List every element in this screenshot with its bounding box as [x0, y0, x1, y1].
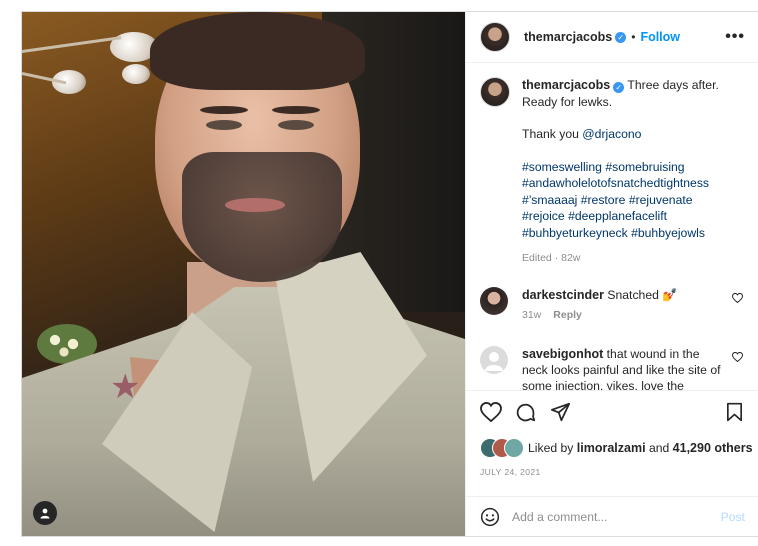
- instagram-post: ★ themarcjacobs ✓ • Follow ••• themarcja…: [21, 11, 758, 537]
- hashtag-line[interactable]: #andawholelotofsnatchedtightness: [522, 175, 745, 192]
- photo-eyebrow: [272, 106, 320, 114]
- separator-dot: •: [631, 30, 636, 44]
- emoji-icon[interactable]: [480, 507, 500, 527]
- comment-item: darkestcinder Snatched 💅 31w Reply: [480, 287, 745, 321]
- post-header: themarcjacobs ✓ • Follow •••: [466, 12, 758, 63]
- add-comment-input[interactable]: Add a comment...: [512, 510, 721, 524]
- post-comment-button[interactable]: Post: [721, 510, 745, 524]
- caption-thanks: Thank you: [522, 127, 583, 141]
- mention-link[interactable]: @drjacono: [582, 127, 641, 141]
- photo-mouth: [225, 198, 285, 212]
- likes-count[interactable]: 41,290 others: [673, 441, 753, 455]
- likes-summary: Liked by limoralzami and 41,290 others: [480, 438, 753, 458]
- post-actions: Liked by limoralzami and 41,290 others J…: [466, 390, 758, 477]
- liker-avatars: [480, 438, 524, 458]
- likes-connector: and: [645, 441, 673, 455]
- reply-button[interactable]: Reply: [553, 309, 582, 321]
- photo-eyebrow: [200, 106, 248, 114]
- verified-badge-icon: ✓: [615, 31, 627, 43]
- comment-icon[interactable]: [515, 402, 536, 423]
- avatar[interactable]: [480, 77, 510, 107]
- hashtag-line[interactable]: #’smaaaaj #restore #rejuvenate: [522, 192, 745, 209]
- verified-badge-icon: ✓: [613, 82, 625, 93]
- comments-section[interactable]: themarcjacobs ✓ Three days after. Ready f…: [466, 63, 758, 390]
- avatar: [504, 438, 524, 458]
- avatar[interactable]: [480, 22, 510, 52]
- comment-username[interactable]: savebigonhot: [522, 347, 603, 361]
- bookmark-icon[interactable]: [726, 402, 743, 422]
- heart-icon[interactable]: [480, 402, 502, 422]
- caption-line-2: Ready for lewks.: [522, 94, 613, 109]
- heart-icon[interactable]: [732, 352, 743, 362]
- caption-line-1: Three days after.: [627, 78, 719, 92]
- comment-item: savebigonhot that wound in the neck look…: [480, 346, 745, 390]
- photo-eye: [278, 120, 314, 130]
- liker-username[interactable]: limoralzami: [577, 441, 646, 455]
- comment-text: Snatched 💅: [607, 288, 678, 302]
- heart-icon[interactable]: [732, 293, 743, 303]
- share-icon[interactable]: [550, 402, 571, 422]
- photo-eye: [206, 120, 242, 130]
- action-icons-row: [466, 391, 758, 431]
- avatar[interactable]: [480, 346, 508, 374]
- user-tag-icon[interactable]: [33, 501, 57, 525]
- hashtag-line[interactable]: #rejoice #deepplanefacelift: [522, 208, 745, 225]
- default-avatar-icon: [485, 352, 503, 371]
- photo-lamp: [122, 64, 150, 84]
- comment-age: 31w: [522, 309, 542, 321]
- likes-prefix: Liked by: [528, 441, 577, 455]
- caption-username[interactable]: themarcjacobs: [522, 78, 610, 92]
- post-photo[interactable]: ★: [22, 12, 465, 536]
- photo-beard: [182, 152, 342, 282]
- comment-username[interactable]: darkestcinder: [522, 288, 604, 302]
- add-comment-bar: Add a comment... Post: [466, 496, 758, 537]
- hashtag-list: #someswelling #somebruising #andawholelo…: [522, 159, 745, 242]
- avatar[interactable]: [480, 287, 508, 315]
- hashtag-line[interactable]: #someswelling #somebruising: [522, 159, 745, 176]
- author-username[interactable]: themarcjacobs: [524, 30, 612, 44]
- more-icon[interactable]: •••: [725, 28, 745, 46]
- post-side-panel: themarcjacobs ✓ • Follow ••• themarcjaco…: [465, 12, 758, 536]
- hashtag-line[interactable]: #buhbyeturkeyneck #buhbyejowls: [522, 225, 745, 242]
- photo-hair: [150, 12, 365, 90]
- post-author: themarcjacobs ✓ • Follow: [524, 30, 680, 44]
- post-date[interactable]: JULY 24, 2021: [480, 467, 541, 477]
- photo-lamp-arm: [22, 36, 122, 53]
- caption-meta: Edited · 82w: [522, 252, 581, 264]
- post-caption: themarcjacobs ✓ Three days after. Ready f…: [480, 77, 745, 267]
- follow-button[interactable]: Follow: [640, 30, 680, 44]
